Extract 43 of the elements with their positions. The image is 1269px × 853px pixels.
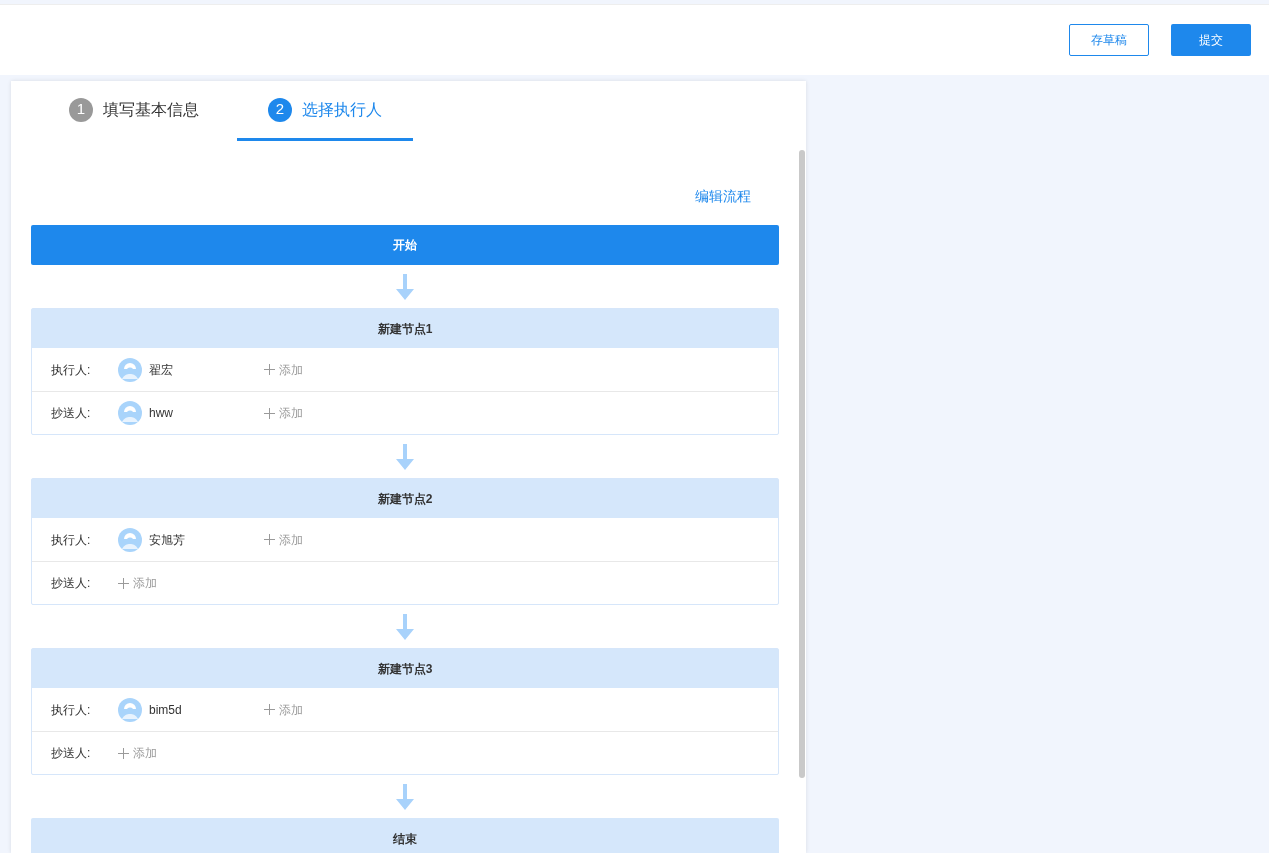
add-button[interactable]: 添加 xyxy=(264,700,303,719)
row-label: 执行人: xyxy=(51,531,92,549)
add-button[interactable]: 添加 xyxy=(264,404,303,422)
step-number: 2 xyxy=(268,97,292,122)
row-label: 抄送人: xyxy=(51,575,92,592)
person-name: bim5d xyxy=(149,701,182,719)
add-button[interactable]: 添加 xyxy=(118,574,157,592)
avatar-icon xyxy=(118,527,142,552)
step-number: 1 xyxy=(69,97,93,122)
down-arrow-icon xyxy=(396,443,414,470)
step-tab[interactable]: 2 选择执行人 xyxy=(237,81,413,141)
save-draft-button[interactable]: 存草稿 xyxy=(1069,24,1149,56)
avatar-icon xyxy=(118,697,142,722)
node-title: 新建节点1 xyxy=(32,309,778,348)
avatar-icon xyxy=(118,357,142,382)
row-label: 抄送人: xyxy=(51,405,92,422)
person-name: 安旭芳 xyxy=(149,531,185,549)
scrollbar[interactable] xyxy=(799,150,805,778)
plus-icon xyxy=(264,407,275,419)
down-arrow-icon xyxy=(396,273,414,300)
node-title: 新建节点2 xyxy=(32,479,778,518)
person-name: 翟宏 xyxy=(149,361,173,379)
row-label: 执行人: xyxy=(51,361,92,379)
plus-icon xyxy=(118,577,129,589)
plus-icon xyxy=(118,747,129,759)
down-arrow-icon xyxy=(396,783,414,810)
plus-icon xyxy=(264,364,275,375)
plus-icon xyxy=(264,704,275,715)
add-button[interactable]: 添加 xyxy=(264,360,303,379)
end-bar: 结束 xyxy=(31,818,779,853)
step-tab[interactable]: 1 填写基本信息 xyxy=(51,81,217,141)
plus-icon xyxy=(264,534,275,545)
add-button[interactable]: 添加 xyxy=(264,530,303,549)
row-label: 抄送人: xyxy=(51,745,92,762)
avatar-icon xyxy=(118,401,142,425)
node-title: 新建节点3 xyxy=(32,649,778,688)
row-label: 执行人: xyxy=(51,701,92,719)
add-button[interactable]: 添加 xyxy=(118,744,157,762)
person-name: hww xyxy=(149,405,173,422)
down-arrow-icon xyxy=(396,613,414,640)
start-bar: 开始 xyxy=(31,225,779,265)
submit-button[interactable]: 提交 xyxy=(1171,24,1251,56)
edit-flow-link[interactable]: 编辑流程 xyxy=(695,185,751,207)
